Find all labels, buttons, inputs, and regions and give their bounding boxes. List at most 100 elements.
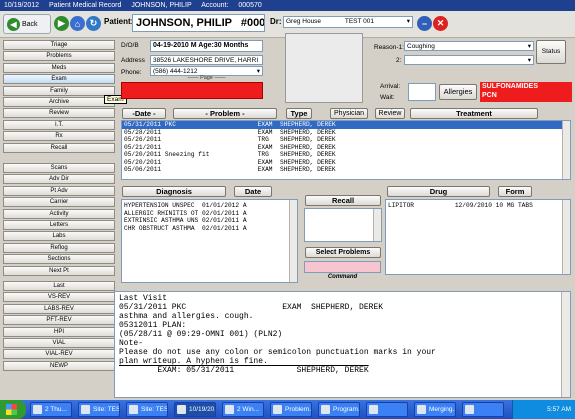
visit-row[interactable]: 05/28/2011 EXAM SHEPHERD, DEREK [122, 129, 570, 137]
diagnosis-date-button[interactable]: Date [234, 186, 272, 197]
taskbar-item[interactable]: Site: TES... [126, 402, 168, 417]
taskbar-item[interactable] [462, 402, 504, 417]
recall-list[interactable] [304, 208, 382, 242]
taskbar-item[interactable]: 10/19/20... [174, 402, 216, 417]
sidebar-item-vial[interactable]: VIAL [3, 338, 115, 348]
drug-scrollbar[interactable] [562, 200, 570, 274]
sidebar-item-carrier[interactable]: Carrier [3, 197, 115, 208]
visit-row[interactable]: 05/31/2011 PKC EXAM SHEPHERD, DEREK [122, 121, 570, 129]
sidebar-item-vial-rev[interactable]: VIAL-REV [3, 349, 115, 360]
recall-scrollbar[interactable] [373, 209, 381, 241]
window-icon [321, 405, 330, 414]
sidebar-item-scans[interactable]: Scans [3, 163, 115, 173]
sidebar-item-activity[interactable]: Activity [3, 208, 115, 219]
command-input[interactable] [304, 261, 381, 273]
diagnosis-column-button[interactable]: Diagnosis [122, 186, 226, 197]
sidebar-item-reflog[interactable]: Reflog [3, 242, 115, 253]
sidebar-item-triage[interactable]: Triage [3, 40, 115, 50]
treatment-column-button[interactable]: Treatment [410, 108, 538, 119]
drug-list[interactable]: LIPITOR 12/09/2010 10 MG TABS [385, 199, 571, 275]
diagnosis-row[interactable]: ALLERGIC RHINITIS OT 02/01/2011 A [122, 210, 297, 218]
sidebar-item-pt-adv[interactable]: Pt Adv [3, 185, 115, 196]
diagnosis-scrollbar[interactable] [289, 200, 297, 282]
reason1-select[interactable]: Coughing ▾ [404, 41, 534, 51]
drug-column-button[interactable]: Drug [387, 186, 490, 197]
visit-row[interactable]: 05/26/2011 TRG SHEPHERD, DEREK [122, 136, 570, 144]
taskbar-item[interactable]: 2 Thu... [30, 402, 72, 417]
sidebar-item-pft-rev[interactable]: PFT-REV [3, 315, 115, 326]
taskbar-item[interactable]: Problem... [270, 402, 312, 417]
title-app: Patient Medical Record [49, 2, 122, 9]
doctor-select[interactable]: Greg House TEST 001 ▾ [283, 16, 413, 28]
diagnosis-row[interactable]: HYPERTENSION UNSPEC 01/01/2012 A [122, 202, 297, 210]
taskbar-item[interactable]: Merging... [414, 402, 456, 417]
physician-column-button[interactable]: Physician [330, 108, 368, 119]
sidebar-item-labs-rev[interactable]: LABS-REV [3, 303, 115, 314]
status-button[interactable]: Status [536, 40, 566, 64]
forward-icon[interactable]: ▶ [54, 16, 69, 31]
visit-list[interactable]: 05/31/2011 PKC EXAM SHEPHERD, DEREK 05/28… [121, 120, 571, 180]
dob-field[interactable]: 04-19-2010 M Age:30 Months [150, 40, 263, 52]
arrival-field[interactable] [408, 83, 436, 101]
taskbar-item-label: Merging... [429, 406, 456, 413]
sidebar-item-vs-rev[interactable]: VS-REV [3, 292, 115, 303]
reason2-select[interactable]: ▾ [404, 55, 534, 65]
form-column-button[interactable]: Form [498, 186, 532, 197]
allergies-button[interactable]: Allergies [439, 84, 477, 100]
address-field[interactable]: 38526 LAKESHORE DRIVE, HARRI [150, 55, 263, 65]
address-label: Address [121, 57, 145, 64]
patient-name-field[interactable]: JOHNSON, PHILIP #000570 [132, 14, 265, 32]
close-icon[interactable]: ✕ [433, 16, 448, 31]
taskbar-item[interactable]: Program... [318, 402, 360, 417]
sidebar-item-problems[interactable]: Problems [3, 51, 115, 62]
diagnosis-row[interactable]: CHR OBSTRUCT ASTHMA 02/01/2011 A [122, 225, 297, 233]
sidebar-item-hpi[interactable]: HPI [3, 326, 115, 337]
diagnosis-row[interactable]: EXTRINSIC ASTHMA UNS 02/01/2011 A [122, 217, 297, 225]
taskbar-item[interactable]: Site: TES... [78, 402, 120, 417]
problem-column-button[interactable]: - Problem - [173, 108, 277, 119]
select-problems-button[interactable]: Select Problems [305, 247, 381, 258]
sidebar-item-meds[interactable]: Meds [3, 62, 115, 73]
sidebar-item-letters[interactable]: Letters [3, 220, 115, 230]
visit-row[interactable]: 05/06/2011 EXAM SHEPHERD, DEREK [122, 166, 570, 174]
review-column-button[interactable]: Review [375, 108, 405, 119]
note-scrollbar[interactable] [561, 292, 570, 397]
sidebar-item-labs[interactable]: Labs [3, 231, 115, 242]
home-icon[interactable]: ⌂ [70, 16, 85, 31]
sidebar-item-rx[interactable]: Rx [3, 131, 115, 142]
diagnosis-list[interactable]: HYPERTENSION UNSPEC 01/01/2012 A ALLERGIC… [121, 199, 298, 283]
doctor-extra: TEST 001 [344, 18, 375, 25]
sidebar-item-sections[interactable]: Sections [3, 254, 115, 265]
alert-banner [121, 82, 263, 99]
sidebar-item-archive[interactable]: Archive [3, 97, 115, 107]
taskbar: 2 Thu... Site: TES... Site: TES... 10/19/20… [0, 400, 575, 419]
sidebar-item-recall[interactable]: Recall [3, 142, 115, 153]
sidebar-item-newp[interactable]: NEWP [3, 360, 115, 371]
type-column-button[interactable]: Type [286, 108, 312, 119]
taskbar-item[interactable] [366, 402, 408, 417]
start-button[interactable] [0, 400, 26, 419]
visit-list-scrollbar[interactable] [562, 121, 570, 179]
title-account: 000570 [238, 2, 262, 9]
sidebar-item-next-pt[interactable]: Next Pt [3, 265, 115, 276]
taskbar-item[interactable]: 2 Win... [222, 402, 264, 417]
visit-note[interactable]: Last Visit 05/31/2011 PKC EXAM SHEPHERD, … [114, 291, 571, 398]
windows-logo-icon [6, 404, 17, 415]
visit-row[interactable]: 05/20/2011 Sneezing fit TRG SHEPHERD, DE… [122, 151, 570, 159]
recall-button[interactable]: Recall [305, 195, 381, 206]
sidebar-item-i-t[interactable]: I.T. [3, 119, 115, 130]
minus-icon[interactable]: − [417, 16, 432, 31]
visit-row[interactable]: 05/21/2011 EXAM SHEPHERD, DEREK [122, 144, 570, 152]
sidebar-item-exam[interactable]: Exam [3, 74, 115, 85]
visit-row[interactable]: 05/20/2011 EXAM SHEPHERD, DEREK [122, 159, 570, 167]
refresh-icon[interactable]: ↻ [86, 16, 101, 31]
sidebar-item-review[interactable]: Review [3, 108, 115, 119]
sidebar-item-family[interactable]: Family [3, 85, 115, 96]
window-icon [369, 405, 378, 414]
dob-label: D/O/B [121, 42, 139, 49]
back-button[interactable]: ◀ Back [3, 14, 51, 34]
sidebar-item-adv-dir[interactable]: Adv Dir [3, 174, 115, 185]
sidebar-item-last[interactable]: Last [3, 281, 115, 291]
date-column-button[interactable]: -Date - [122, 108, 166, 119]
drug-row[interactable]: LIPITOR 12/09/2010 10 MG TABS [386, 202, 570, 210]
